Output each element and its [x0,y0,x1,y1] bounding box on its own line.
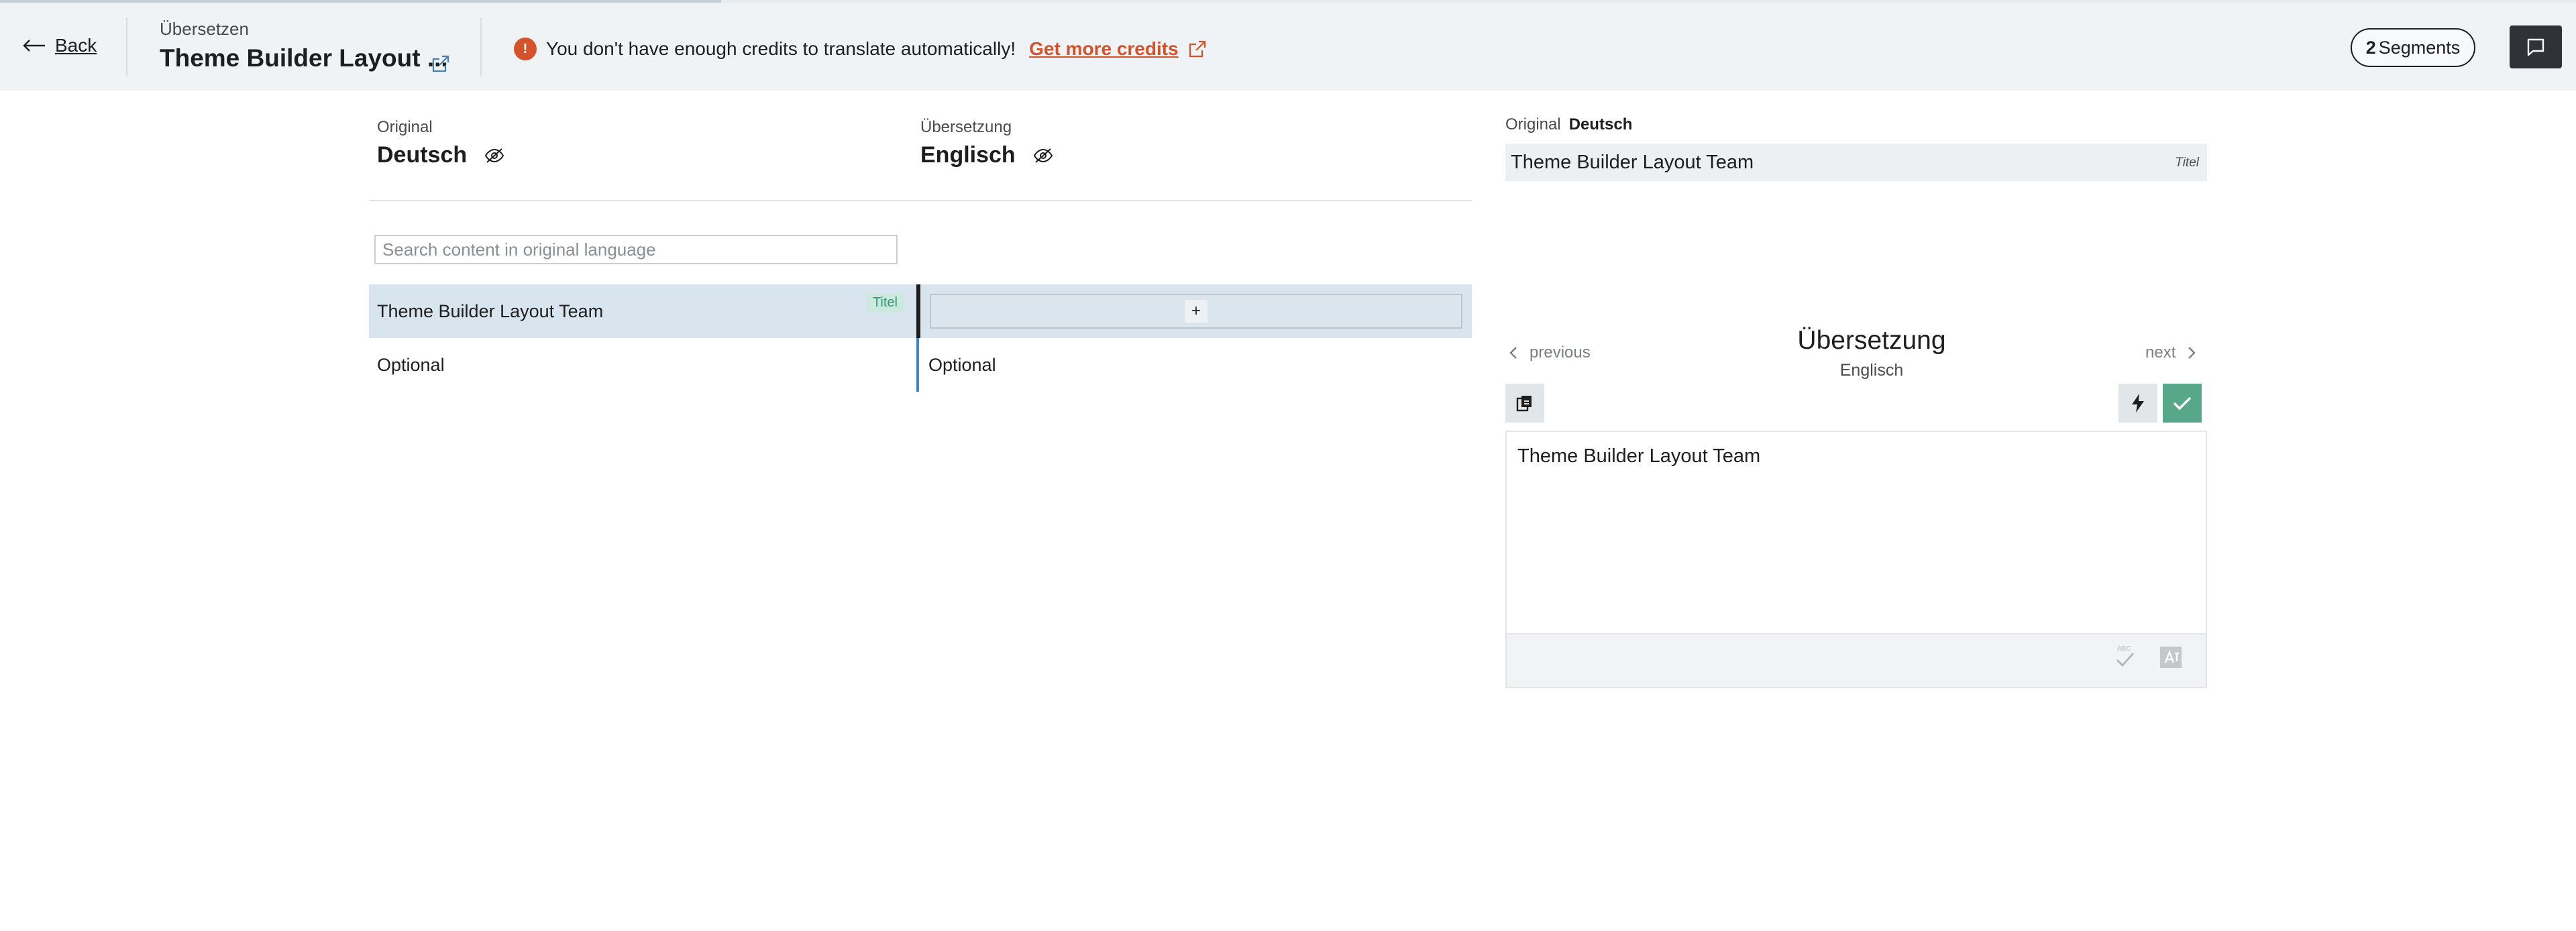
previous-label: previous [1529,343,1591,362]
next-button[interactable]: next [2145,343,2196,362]
segment-translation-text: Optional [928,354,996,375]
segment-original: Optional [369,338,916,392]
previous-button[interactable]: previous [1509,343,1591,362]
check-icon [2173,396,2192,410]
accept-button[interactable] [2163,384,2202,423]
row-divider [916,338,919,392]
original-language-header: Original Deutsch [377,118,504,168]
panel-title: Übersetzung [1797,326,1946,355]
panel-original-label: Original [1505,115,1561,133]
eye-off-icon[interactable] [484,148,504,164]
add-translation-area[interactable]: + [930,294,1462,329]
auto-translate-button[interactable] [2118,384,2157,423]
segment-translation: Optional [920,338,1472,392]
divider [480,17,482,76]
translation-language-header: Übersetzung Englisch [920,118,1053,168]
translation-editor-text: Theme Builder Layout Team [1517,445,1761,467]
arrow-left-icon [23,40,45,52]
segments-label: Segments [2378,37,2461,58]
comment-icon [2527,38,2544,56]
panel-original-value: Theme Builder Layout Team [1511,151,1754,173]
divider [126,17,127,76]
panel-original-tag: Titel [2175,156,2199,170]
copy-source-button[interactable] [1505,384,1544,423]
segment-tag: Titel [865,294,904,312]
search-input[interactable] [374,235,898,264]
add-button[interactable]: + [1185,300,1208,323]
chevron-left-icon [1509,347,1517,359]
segment-translation: + [920,284,1472,338]
top-bar: Back Übersetzen Theme Builder Layout ...… [0,3,2576,91]
original-language: Deutsch [377,142,468,168]
comments-button[interactable] [2510,25,2562,68]
segments-count: 2 [2365,37,2376,58]
segment-row[interactable]: Theme Builder Layout Team Titel + [369,284,1472,338]
eye-off-icon[interactable] [1033,148,1053,164]
translation-language: Englisch [920,142,1016,168]
credits-warning: ! You don't have enough credits to trans… [514,38,1207,60]
glossary-icon[interactable] [2157,644,2184,671]
panel-original-text: Theme Builder Layout Team Titel [1505,144,2207,181]
next-label: next [2145,343,2176,362]
editor-footer: ABC [1505,635,2207,688]
translation-label: Übersetzung [920,118,1012,136]
translation-editor[interactable]: Theme Builder Layout Team [1505,431,2207,635]
back-label: Back [55,35,97,56]
chevron-right-icon [2188,347,2196,359]
panel-subtitle: Englisch [1839,361,1904,380]
get-more-credits-link[interactable]: Get more credits [1029,38,1179,60]
segment-row[interactable]: Optional Optional [369,338,1472,392]
original-label: Original [377,118,433,136]
svg-text:ABC: ABC [2117,645,2131,653]
divider [369,200,1472,201]
panel-original-language: Deutsch [1568,115,1633,133]
external-link-icon[interactable] [431,54,451,74]
lightning-icon [2132,394,2144,413]
segments-badge[interactable]: 2 Segments [2351,28,2475,67]
breadcrumb: Übersetzen [160,19,249,39]
segment-original-text: Optional [377,354,445,375]
warning-text: You don't have enough credits to transla… [546,38,1016,59]
page-title: Theme Builder Layout ... [160,44,448,72]
panel-original-header: Original Deutsch [1505,115,1632,134]
warning-icon: ! [514,38,537,60]
external-link-icon[interactable] [1188,40,1207,58]
copy-icon [1516,396,1532,412]
back-button[interactable]: Back [23,35,97,56]
spellcheck-icon[interactable]: ABC [2113,644,2137,671]
segment-original-text: Theme Builder Layout Team [377,300,604,321]
segment-original: Theme Builder Layout Team Titel [369,284,916,338]
